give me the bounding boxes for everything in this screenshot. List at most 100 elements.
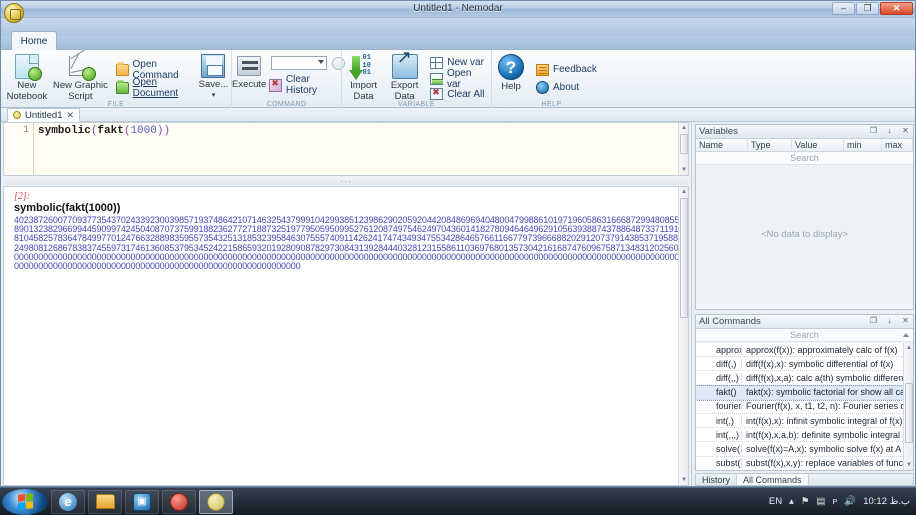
list-item[interactable]: solve(,) solve(f(x)=A,x): symbolic solve… [696, 442, 913, 456]
commands-scrollbar[interactable]: ▲ ▼ [903, 343, 913, 470]
clear-history-button[interactable]: Clear History [269, 76, 345, 94]
list-item[interactable]: int(,,,) int(f(x),x,a,b): definite symbo… [696, 428, 913, 442]
taskbar-item-nemodar[interactable]: ▣ [125, 490, 159, 514]
execute-label[interactable]: Execute [232, 79, 266, 90]
tab-home[interactable]: Home [11, 31, 57, 50]
clock[interactable]: 10:12 ب.ظ [863, 497, 910, 507]
app-menu-orb-icon[interactable] [4, 3, 24, 23]
clear-history-icon [269, 79, 282, 92]
float-icon[interactable]: ❐ [869, 316, 878, 325]
pin-icon[interactable]: ↓ [885, 126, 894, 135]
scroll-thumb[interactable] [905, 383, 913, 443]
show-hidden-icons-icon[interactable]: ▴ [789, 496, 794, 507]
variables-search-placeholder: Search [790, 153, 819, 163]
close-icon[interactable]: ✕ [901, 126, 910, 135]
output-scrollbar[interactable]: ▲ ▼ [678, 187, 688, 485]
network-icon[interactable]: ⚑ [801, 496, 810, 507]
new-graphic-script-button[interactable]: New Graphic Script [53, 52, 108, 102]
red-app-icon [170, 493, 188, 511]
editor-scrollbar[interactable]: ▲ ▼ [678, 123, 688, 175]
tab-all-commands[interactable]: All Commands [737, 474, 809, 485]
import-data-button[interactable]: 011001 Import Data [342, 52, 385, 102]
scroll-down-icon[interactable]: ▼ [679, 165, 689, 175]
list-item[interactable]: diff(,) diff(f(x),x): symbolic different… [696, 357, 913, 371]
taskbar-item-gold-app[interactable] [199, 490, 233, 514]
chevron-down-icon[interactable] [318, 60, 324, 64]
language-indicator[interactable]: EN [769, 496, 782, 507]
scroll-down-icon[interactable]: ▼ [904, 460, 913, 470]
help-button[interactable]: ? Help [492, 52, 530, 102]
chevron-up-icon[interactable] [903, 333, 909, 337]
feedback-button[interactable]: Feedback [532, 61, 601, 79]
work-area: 1 symbolic(fakt(1000)) ▲ ▼ ··· [2]: symb… [1, 122, 916, 487]
window-controls: – ❐ ✕ [832, 2, 913, 15]
output-expression: symbolic(fakt(1000)) [14, 202, 682, 214]
save-button[interactable]: Save... ▾ [196, 52, 231, 102]
about-button[interactable]: About [532, 79, 601, 97]
code-line-1[interactable]: symbolic(fakt(1000)) [38, 125, 170, 137]
clock-time: 10:12 [863, 496, 887, 507]
save-icon [201, 54, 225, 78]
output-index-label: [2]: [14, 191, 682, 202]
save-caret-icon[interactable]: ▾ [212, 91, 216, 101]
commands-list[interactable]: approx() approx(f(x)): approximately cal… [696, 343, 913, 470]
scroll-up-icon[interactable]: ▲ [904, 343, 913, 353]
new-graphic-script-icon [67, 54, 93, 79]
new-notebook-label-1: New [17, 81, 36, 91]
variables-panel-title-bar: Variables ❐ ↓ ✕ [696, 125, 913, 139]
taskbar-item-windows-explorer[interactable] [88, 490, 122, 514]
scroll-thumb[interactable] [680, 198, 688, 318]
list-item[interactable]: int(,) int(f(x),x): infinit symbolic int… [696, 414, 913, 428]
scroll-up-icon[interactable]: ▲ [679, 187, 689, 197]
action-center-icon[interactable]: ▤ [816, 496, 825, 507]
scroll-down-icon[interactable]: ▼ [679, 475, 689, 485]
commands-panel-title: All Commands [699, 316, 761, 327]
taskbar-item-internet-explorer[interactable]: e [51, 490, 85, 514]
speaker-icon[interactable]: 🔊 [844, 496, 856, 507]
float-icon[interactable]: ❐ [869, 126, 878, 135]
group-label-file: FILE [1, 101, 231, 108]
commands-search-row[interactable]: Search [696, 329, 913, 342]
output-pane: [2]: symbolic(fakt(1000)) 40238726007709… [3, 186, 689, 486]
scroll-thumb[interactable] [680, 134, 688, 154]
clock-period: ب.ظ [890, 496, 910, 507]
command-description: diff(f(x),x): symbolic differential of f… [742, 359, 913, 369]
signal-icon[interactable]: ᴘ [832, 496, 837, 507]
tab-history[interactable]: History [696, 474, 737, 485]
close-icon[interactable]: ✕ [901, 316, 910, 325]
list-item[interactable]: subst(,,) subst(f(x),x,y): replace varia… [696, 457, 913, 471]
command-combo[interactable] [271, 56, 327, 70]
variable-small-buttons: New var Open var Clear All [426, 52, 491, 102]
list-item[interactable]: approx() approx(f(x)): approximately cal… [696, 343, 913, 357]
column-header-value[interactable]: Value [792, 139, 844, 151]
close-icon[interactable]: ✕ [67, 110, 75, 121]
pane-splitter[interactable]: ··· [3, 177, 689, 185]
variables-panel-title: Variables [699, 126, 738, 137]
dock-tab-bar: History All Commands [695, 473, 914, 486]
list-item[interactable]: fourier(,, Fourier(f(x), x, t1, t2, n): … [696, 400, 913, 414]
column-header-min[interactable]: min [844, 139, 882, 151]
minimize-button[interactable]: – [832, 2, 855, 15]
start-button[interactable] [2, 489, 48, 515]
variables-search-row[interactable]: Search [696, 152, 913, 165]
scroll-up-icon[interactable]: ▲ [679, 123, 689, 133]
command-description: approx(f(x)): approximately calc of f(x) [742, 345, 913, 355]
column-header-name[interactable]: Name [696, 139, 748, 151]
document-tab-untitled1[interactable]: Untitled1 ✕ [7, 108, 80, 122]
list-item-selected[interactable]: fakt() fakt(x): symbolic factorial for s… [696, 386, 913, 400]
new-notebook-button[interactable]: New Notebook [1, 52, 53, 102]
column-header-max[interactable]: max [882, 139, 913, 151]
maximize-button[interactable]: ❐ [856, 2, 879, 15]
clear-all-button[interactable]: Clear All [426, 87, 491, 103]
open-var-button[interactable]: Open var [426, 71, 491, 87]
code-editor[interactable]: 1 symbolic(fakt(1000)) ▲ ▼ [3, 122, 689, 176]
command-name: diff(,) [696, 359, 742, 369]
column-header-type[interactable]: Type [748, 139, 792, 151]
pin-icon[interactable]: ↓ [885, 316, 894, 325]
close-button[interactable]: ✕ [880, 2, 913, 15]
open-document-button[interactable]: Open Document [112, 79, 196, 97]
taskbar-item-red-app[interactable] [162, 490, 196, 514]
list-item[interactable]: diff(,,) diff(f(x),x,a): calc a(th) symb… [696, 371, 913, 385]
token-number: 1000 [130, 125, 156, 137]
export-data-button[interactable]: Export Data [385, 52, 424, 102]
